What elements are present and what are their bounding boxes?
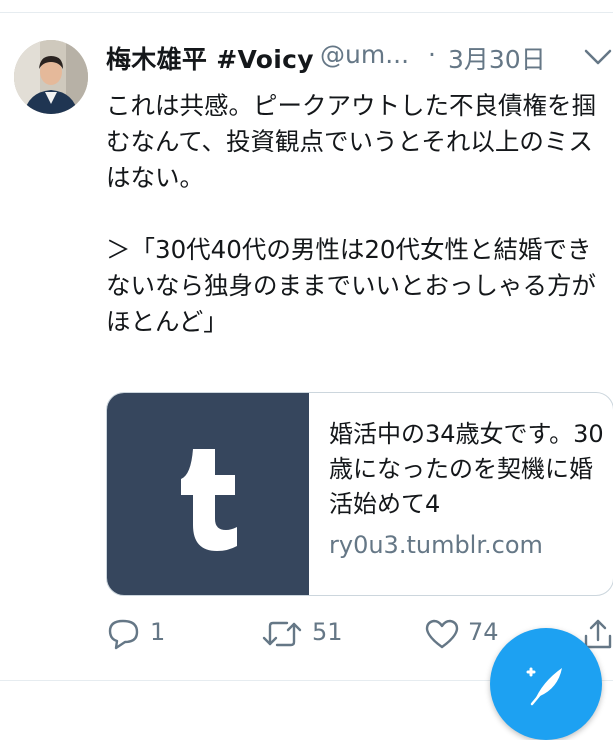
compose-feather-icon	[526, 667, 562, 706]
avatar[interactable]	[14, 40, 88, 114]
top-divider	[0, 12, 613, 13]
tweet-text: これは共感。ピークアウトした不良債権を掴むなんて、投資観点でいうとそれ以上のミス…	[106, 91, 596, 336]
reply-count: 1	[150, 618, 166, 646]
heart-icon	[425, 619, 459, 649]
compose-tweet-button[interactable]	[490, 628, 602, 740]
retweet-icon	[262, 621, 302, 647]
card-thumbnail	[107, 393, 309, 595]
user-avatar-icon	[14, 40, 88, 114]
like-count: 74	[468, 618, 499, 646]
separator-dot: ·	[428, 40, 436, 69]
card-domain: ry0u3.tumblr.com	[329, 531, 543, 559]
retweet-count: 51	[312, 618, 343, 646]
user-handle[interactable]: @um...	[320, 40, 409, 69]
card-title: 婚活中の34歳女です。30歳になったのを契機に婚活始めて4	[329, 420, 604, 518]
tweet-header: 梅木雄平 #Voicy @um... · 3月30日	[106, 40, 613, 80]
display-name[interactable]: 梅木雄平 #Voicy	[106, 40, 314, 76]
chevron-down-icon[interactable]	[584, 48, 612, 66]
reply-icon	[108, 619, 139, 650]
link-card[interactable]: 婚活中の34歳女です。30歳になったのを契機に婚活始めて4 ry0u3.tumb…	[106, 392, 613, 596]
tumblr-logo-icon	[181, 449, 237, 551]
tweet-date[interactable]: 3月30日	[448, 40, 546, 76]
